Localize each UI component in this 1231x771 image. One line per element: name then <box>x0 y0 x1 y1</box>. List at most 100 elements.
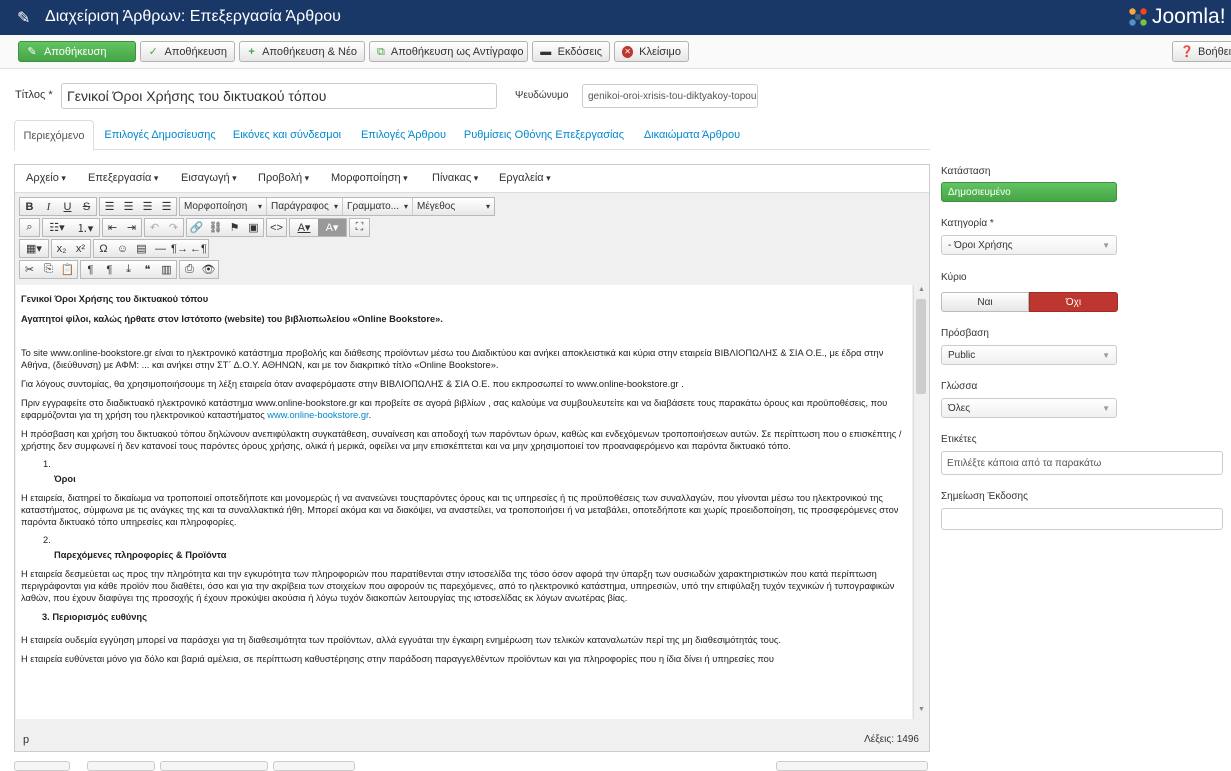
text-color-icon[interactable]: A▾ <box>290 219 318 236</box>
editor-button[interactable] <box>273 761 355 771</box>
template-icon[interactable]: ▥ <box>157 261 176 278</box>
fullscreen-icon[interactable]: ⛶ <box>350 219 369 236</box>
editor-content[interactable]: Γενικοί Όροι Χρήσης του δικτυακού τόπου … <box>16 285 912 719</box>
link-icon[interactable]: 🔗 <box>187 219 206 236</box>
alias-input[interactable]: genikoi-oroi-xrisis-tou-diktyakoy-topou <box>582 84 758 108</box>
tab-article-options[interactable]: Επιλογές Άρθρου <box>356 120 451 150</box>
joomla-logo[interactable]: Joomla! <box>1127 3 1226 31</box>
editor-scrollbar[interactable]: ▲ ▼ <box>913 285 928 719</box>
tab-editing-layout[interactable]: Ρυθμίσεις Οθόνης Επεξεργασίας <box>458 120 630 150</box>
status-select[interactable]: Δημοσιευμένο <box>941 182 1117 202</box>
copy-icon[interactable]: ⎘ <box>39 261 58 278</box>
toggle-editor-button[interactable] <box>776 761 928 771</box>
save-button[interactable]: ✓ Αποθήκευση <box>140 41 235 62</box>
image-icon[interactable]: ▣ <box>244 219 263 236</box>
align-center-icon[interactable]: ☰ <box>119 198 138 215</box>
title-input[interactable]: Γενικοί Όροι Χρήσης του δικτυακού τόπου <box>61 83 497 109</box>
content-text: . <box>368 410 372 420</box>
print-icon[interactable]: ⎙ <box>180 261 199 278</box>
bold-icon[interactable]: B <box>20 198 39 215</box>
blockquote-icon[interactable]: ❝ <box>138 261 157 278</box>
apply-button[interactable]: ✎ Αποθήκευση <box>18 41 136 62</box>
editor-button[interactable] <box>87 761 155 771</box>
content-heading: Γενικοί Όροι Χρήσης του δικτυακού τόπου <box>21 294 209 304</box>
media-icon[interactable]: ▤ <box>132 240 151 257</box>
numbered-list-icon[interactable]: ⒈▾ <box>71 219 99 236</box>
paragraph-select[interactable]: Παράγραφος <box>266 198 342 215</box>
menu-edit[interactable]: Επεξεργασία <box>88 172 158 184</box>
anchor-icon[interactable]: ⚑ <box>225 219 244 236</box>
unlink-icon[interactable]: ⛓ <box>206 219 225 236</box>
undo-icon[interactable]: ↶ <box>145 219 164 236</box>
outdent-icon[interactable]: ⇤ <box>103 219 122 236</box>
ltr-icon[interactable]: ¶→ <box>170 240 189 257</box>
emoticons-icon[interactable]: ☺ <box>113 240 132 257</box>
cut-icon[interactable]: ✂ <box>20 261 39 278</box>
editor-button[interactable] <box>14 761 70 771</box>
menu-insert[interactable]: Εισαγωγή <box>181 172 237 184</box>
font-size-select[interactable]: Μέγεθος <box>412 198 494 215</box>
rtl-icon[interactable]: ←¶ <box>189 240 208 257</box>
insert-file-icon[interactable]: ⤓ <box>119 261 138 278</box>
tab-images-links[interactable]: Εικόνες και σύνδεσμοι <box>227 120 347 150</box>
menu-view[interactable]: Προβολή <box>258 172 309 184</box>
joomla-logo-icon <box>1129 8 1147 26</box>
find-icon[interactable]: ⌕ <box>20 219 39 236</box>
italic-icon[interactable]: I <box>39 198 58 215</box>
save-new-button[interactable]: + Αποθήκευση & Νέο <box>239 41 365 62</box>
special-char-icon[interactable]: Ω <box>94 240 113 257</box>
version-note-input[interactable] <box>941 508 1223 530</box>
table-icon[interactable]: ▦▾ <box>20 240 48 257</box>
scroll-up-icon[interactable]: ▲ <box>914 286 929 298</box>
bullet-list-icon[interactable]: ☷▾ <box>43 219 71 236</box>
align-right-icon[interactable]: ☰ <box>138 198 157 215</box>
scrollbar-thumb[interactable] <box>916 299 926 394</box>
redo-icon[interactable]: ↷ <box>164 219 183 236</box>
visual-blocks-icon[interactable]: ¶ <box>100 261 119 278</box>
editor-button[interactable] <box>160 761 268 771</box>
chevron-down-icon: ▼ <box>1102 240 1110 250</box>
element-path[interactable]: p <box>23 734 29 746</box>
menu-format[interactable]: Μορφοποίηση <box>331 172 408 184</box>
help-button[interactable]: ❓ Βοήθεια <box>1172 41 1231 62</box>
archive-icon: ▬ <box>540 45 552 58</box>
tags-input[interactable]: Επιλέξτε κάποια από τα παρακάτω <box>941 451 1223 475</box>
strikethrough-icon[interactable]: S <box>77 198 96 215</box>
font-family-select[interactable]: Γραμματο... <box>342 198 412 215</box>
menu-tools[interactable]: Εργαλεία <box>499 172 551 184</box>
content-paragraph: Η εταιρεία, διατηρεί το δικαίωμα να τροπ… <box>21 493 899 527</box>
superscript-icon[interactable]: x² <box>71 240 90 257</box>
category-select[interactable]: - Όροι Χρήσης ▼ <box>941 235 1117 255</box>
menu-table[interactable]: Πίνακας <box>432 172 478 184</box>
indent-icon[interactable]: ⇥ <box>122 219 141 236</box>
access-select[interactable]: Public ▼ <box>941 345 1117 365</box>
underline-icon[interactable]: U <box>58 198 77 215</box>
preview-icon[interactable]: 👁 <box>199 261 218 278</box>
featured-yes-button[interactable]: Ναι <box>941 292 1029 312</box>
title-label: Τίτλος * <box>15 89 53 101</box>
code-icon[interactable]: <> <box>267 219 286 236</box>
language-select[interactable]: Όλες ▼ <box>941 398 1117 418</box>
content-link[interactable]: www.online-bookstore.gr <box>267 410 368 420</box>
tab-publishing[interactable]: Επιλογές Δημοσίευσης <box>104 120 216 150</box>
featured-no-button[interactable]: Όχι <box>1029 292 1118 312</box>
visual-chars-icon[interactable]: ¶ <box>81 261 100 278</box>
format-select[interactable]: Μορφοποίηση <box>180 198 266 215</box>
background-color-icon[interactable]: A▾ <box>318 219 346 236</box>
versions-button[interactable]: ▬ Εκδόσεις <box>532 41 610 62</box>
subscript-icon[interactable]: x₂ <box>52 240 71 257</box>
tab-content[interactable]: Περιεχόμενο <box>14 120 94 151</box>
top-bar: ✎ Διαχείριση Άρθρων: Επεξεργασία Άρθρου … <box>0 0 1231 35</box>
save-copy-button[interactable]: ⧉ Αποθήκευση ως Αντίγραφο <box>369 41 528 62</box>
toolbar: ✎ Αποθήκευση ✓ Αποθήκευση + Αποθήκευση &… <box>0 35 1231 69</box>
menu-file[interactable]: Αρχείο <box>26 172 66 184</box>
content-paragraph: Το site www.online-bookstore.gr είναι το… <box>21 348 884 370</box>
paste-icon[interactable]: 📋 <box>58 261 77 278</box>
tab-permissions[interactable]: Δικαιώματα Άρθρου <box>637 120 747 150</box>
close-button[interactable]: ✕ Κλείσιμο <box>614 41 689 62</box>
scroll-down-icon[interactable]: ▼ <box>914 706 929 718</box>
align-left-icon[interactable]: ☰ <box>100 198 119 215</box>
align-justify-icon[interactable]: ☰ <box>157 198 176 215</box>
horizontal-rule-icon[interactable]: — <box>151 240 170 257</box>
section-title: Όροι <box>54 474 76 484</box>
